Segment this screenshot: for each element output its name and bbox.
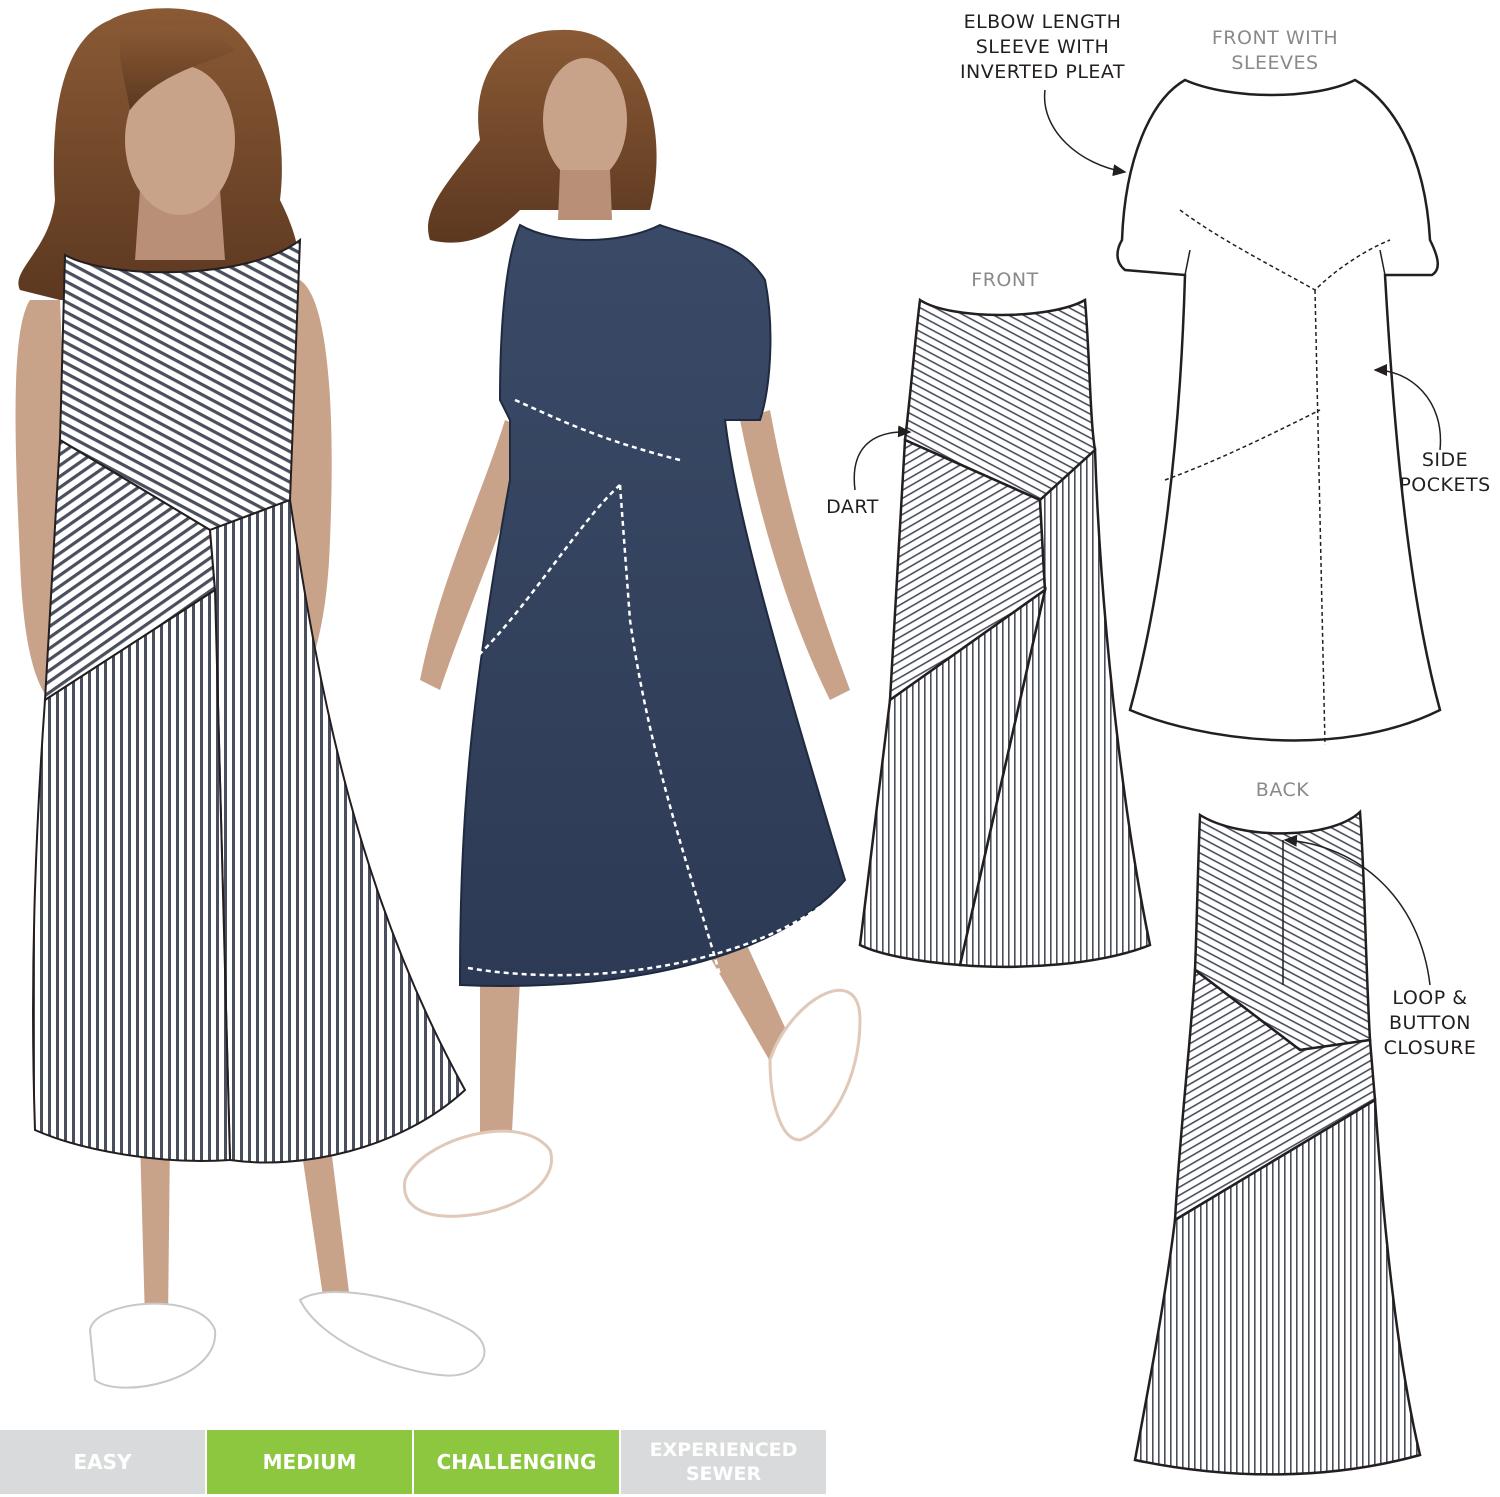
difficulty-label: EASY — [73, 1450, 132, 1474]
label-line: FRONT WITH — [1211, 27, 1339, 49]
difficulty-medium: MEDIUM — [207, 1430, 412, 1494]
difficulty-easy: EASY — [0, 1430, 205, 1494]
flat-front — [858, 297, 1152, 969]
illustration — [15, 8, 1442, 1476]
label-line: BUTTON — [1389, 1012, 1471, 1034]
label-line: SLEEVES — [1231, 52, 1319, 74]
label-line: SLEEVE WITH — [975, 36, 1110, 58]
label-line: ELBOW LENGTH — [963, 11, 1122, 33]
difficulty-label: MEDIUM — [262, 1450, 357, 1474]
label-front: FRONT — [971, 269, 1039, 291]
flat-front-with-sleeves — [1116, 78, 1442, 746]
difficulty-label: EXPERIENCED SEWER — [649, 1439, 798, 1485]
label-line: SIDE — [1421, 449, 1469, 471]
label-line: POCKETS — [1399, 474, 1491, 496]
flat-back — [1133, 809, 1422, 1476]
label-elbow-sleeve: ELBOW LENGTH SLEEVE WITH INVERTED PLEAT — [935, 10, 1150, 85]
label-line: CLOSURE — [1383, 1037, 1477, 1059]
label-line: LOOP & — [1392, 987, 1468, 1009]
label-side-pockets: SIDE POCKETS — [1390, 448, 1500, 498]
label-line: INVERTED PLEAT — [959, 61, 1126, 83]
difficulty-label: CHALLENGING — [436, 1450, 597, 1474]
label-back: BACK — [1255, 779, 1310, 801]
difficulty-challenging: CHALLENGING — [414, 1430, 619, 1494]
label-front-with-sleeves: FRONT WITH SLEEVES — [1195, 26, 1355, 76]
label-dart: DART — [826, 496, 879, 518]
difficulty-experienced-sewer: EXPERIENCED SEWER — [621, 1430, 826, 1494]
figure-navy-dress — [402, 29, 862, 1218]
label-loop-button: LOOP & BUTTON CLOSURE — [1370, 986, 1490, 1061]
